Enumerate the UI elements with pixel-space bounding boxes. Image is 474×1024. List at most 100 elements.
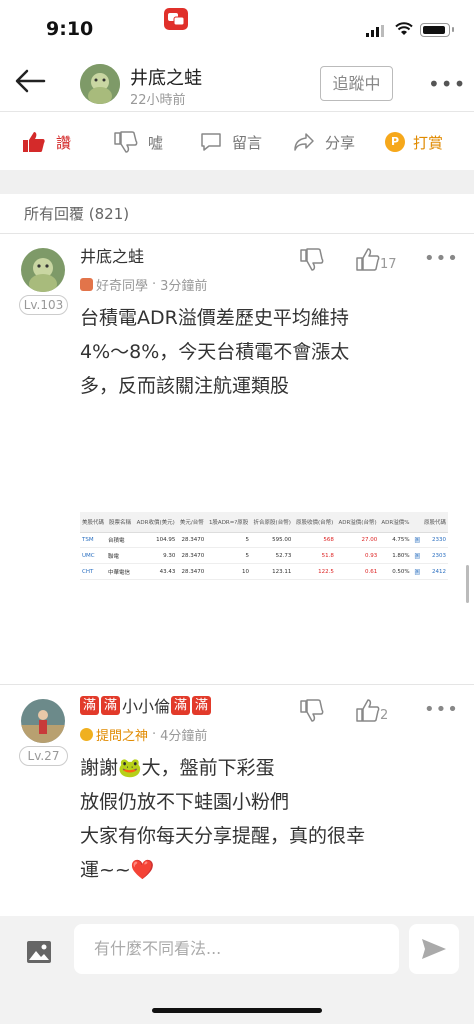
table-row: TSM 台積電 104.95 28.3470 5 595.00 568 27.00 4.75% 圖… bbox=[80, 532, 448, 549]
share-button[interactable]: 分享 bbox=[293, 129, 355, 155]
thumbs-down-icon bbox=[300, 699, 324, 722]
table-header-cell: 1股ADR=?原股 bbox=[206, 512, 251, 533]
table-cell: 5 bbox=[206, 532, 251, 549]
comment-meta: 好奇同學 · 3分鐘前 bbox=[80, 275, 207, 294]
table-row: UMC 聯電 9.30 28.3470 5 52.73 51.8 0.93 1.80% 圖 2303 bbox=[80, 547, 448, 565]
comment-more-icon[interactable]: ••• bbox=[424, 699, 459, 720]
table-cell: 27.00 bbox=[335, 532, 380, 549]
comment-more-icon[interactable]: ••• bbox=[424, 248, 459, 269]
table-cell: TSM bbox=[80, 532, 106, 549]
thumbs-up-icon bbox=[23, 132, 45, 152]
full-badge: 滿 bbox=[80, 695, 99, 715]
table-cell: 4.75% bbox=[379, 532, 412, 549]
comment-time: 3分鐘前 bbox=[160, 279, 208, 294]
scrollbar[interactable] bbox=[466, 565, 469, 603]
comment-line: 放假仍放不下蛙園小粉們 bbox=[80, 791, 290, 813]
home-indicator bbox=[152, 1008, 322, 1013]
table-header-cell: 原股收價(台幣) bbox=[293, 512, 336, 533]
commenter-avatar[interactable] bbox=[21, 699, 65, 743]
follow-button[interactable]: 追蹤中 bbox=[320, 66, 393, 101]
like-count: 2 bbox=[380, 708, 389, 723]
share-icon bbox=[294, 133, 314, 151]
comment-button[interactable]: 留言 bbox=[200, 129, 262, 155]
table-row: CHT 中華電信 43.43 28.3470 10 123.11 122.5 0.61 0.50… bbox=[80, 563, 448, 580]
table-cell: 52.73 bbox=[250, 547, 294, 565]
table-cell: 中華電信 bbox=[105, 563, 135, 580]
table-cell: 9.30 bbox=[134, 547, 178, 565]
table-cell: 123.11 bbox=[250, 563, 294, 580]
image-icon[interactable] bbox=[26, 940, 52, 964]
table-cell: 台積電 bbox=[105, 532, 135, 549]
title-badge-icon bbox=[80, 278, 93, 291]
post-header: 井底之蛙 22小時前 追蹤中 ••• bbox=[0, 58, 474, 112]
table-cell: 51.8 bbox=[293, 547, 336, 565]
thumbs-up-icon bbox=[356, 248, 380, 271]
boo-button[interactable]: 噓 bbox=[114, 129, 163, 155]
table-header-cell: 原股代碼 bbox=[421, 512, 448, 533]
table-cell: 0.93 bbox=[335, 547, 380, 565]
more-icon[interactable]: ••• bbox=[428, 72, 466, 96]
title-badge-icon bbox=[80, 728, 93, 741]
tip-button[interactable]: P 打賞 bbox=[385, 129, 443, 155]
reply-count: 所有回覆 (821) bbox=[24, 205, 130, 223]
table-header-cell: ADR溢價% bbox=[379, 512, 412, 533]
author-avatar[interactable] bbox=[80, 64, 120, 104]
send-icon bbox=[422, 939, 446, 959]
table-header-cell: ADR收價(美元) bbox=[134, 512, 178, 533]
table-cell: 28.3470 bbox=[177, 547, 207, 565]
table-cell: 122.5 bbox=[293, 563, 336, 580]
full-badge: 滿 bbox=[192, 695, 212, 715]
comment-dislike-button[interactable] bbox=[300, 699, 324, 727]
table-cell: 28.3470 bbox=[177, 532, 207, 549]
table-cell: 43.43 bbox=[134, 563, 178, 580]
commenter-avatar[interactable] bbox=[21, 248, 65, 292]
table-header-cell bbox=[411, 512, 422, 533]
comment-meta: 提問之神 · 4分鐘前 bbox=[80, 725, 207, 744]
comment-dislike-button[interactable] bbox=[300, 248, 324, 276]
table-cell: 2330 bbox=[421, 532, 448, 549]
table-cell: 1.80% bbox=[379, 547, 412, 565]
comment-like-button[interactable]: 2 bbox=[356, 699, 388, 723]
full-badge: 滿 bbox=[101, 695, 120, 715]
section-divider bbox=[0, 170, 474, 194]
status-time: 9:10 bbox=[46, 18, 94, 40]
comment-line: 大家有你每天分享提醒，真的很幸 bbox=[80, 825, 366, 847]
table-cell: 0.50% bbox=[379, 563, 412, 580]
full-badge: 滿 bbox=[171, 695, 191, 715]
table-cell: 0.61 bbox=[335, 563, 380, 580]
table-cell: 圖 bbox=[411, 563, 422, 580]
tip-label: 打賞 bbox=[413, 133, 444, 152]
commenter-name[interactable]: 井底之蛙 bbox=[80, 243, 144, 267]
boo-label: 噓 bbox=[148, 133, 164, 152]
status-bar: 9:10 bbox=[0, 0, 474, 58]
table-cell: 568 bbox=[293, 532, 336, 549]
level-badge: Lv.103 bbox=[19, 295, 68, 315]
table-header-cell: 股票名稱 bbox=[105, 512, 135, 533]
author-name[interactable]: 井底之蛙 bbox=[130, 64, 202, 90]
commenter-name[interactable]: 滿 滿 小小倫 滿 滿 bbox=[80, 693, 213, 717]
comment-like-button[interactable]: 17 bbox=[356, 248, 397, 272]
send-button[interactable] bbox=[409, 924, 459, 974]
table-header-cell: 美股代碼 bbox=[80, 512, 106, 533]
table-cell: 28.3470 bbox=[177, 563, 207, 580]
comment-input[interactable]: 有什麼不同看法... bbox=[74, 924, 399, 974]
like-label: 讚 bbox=[56, 133, 72, 152]
table-cell: 5 bbox=[206, 547, 251, 565]
table-cell: 10 bbox=[206, 563, 251, 580]
coin-icon: P bbox=[385, 132, 405, 152]
table-cell: 104.95 bbox=[134, 532, 178, 549]
back-arrow-icon[interactable] bbox=[14, 68, 50, 98]
signal-icon bbox=[366, 25, 384, 37]
comment-time: 4分鐘前 bbox=[160, 729, 208, 744]
commenter-name-text: 井底之蛙 bbox=[80, 247, 145, 266]
commenter-name-text: 小小倫 bbox=[122, 697, 171, 716]
comment-body: 謝謝🐸大，盤前下彩蛋 放假仍放不下蛙園小粉們 大家有你每天分享提醒，真的很幸 運… bbox=[80, 751, 440, 887]
adr-table-image[interactable]: 美股代碼 股票名稱 ADR收價(美元) 美元/台幣 1股ADR=?原股 折合原股(台幣) 原… bbox=[80, 512, 448, 580]
like-button[interactable]: 讚 bbox=[22, 129, 71, 155]
thumbs-up-icon bbox=[356, 699, 380, 722]
comment-line: 台積電ADR溢價差歷史平均維持 bbox=[80, 307, 349, 329]
table-cell: UMC bbox=[80, 547, 106, 565]
comment-line: 多，反而該關注航運類股 bbox=[80, 375, 290, 397]
post-action-bar: 讚 噓 留言 分享 P 打賞 bbox=[0, 113, 474, 169]
share-label: 分享 bbox=[325, 133, 356, 152]
